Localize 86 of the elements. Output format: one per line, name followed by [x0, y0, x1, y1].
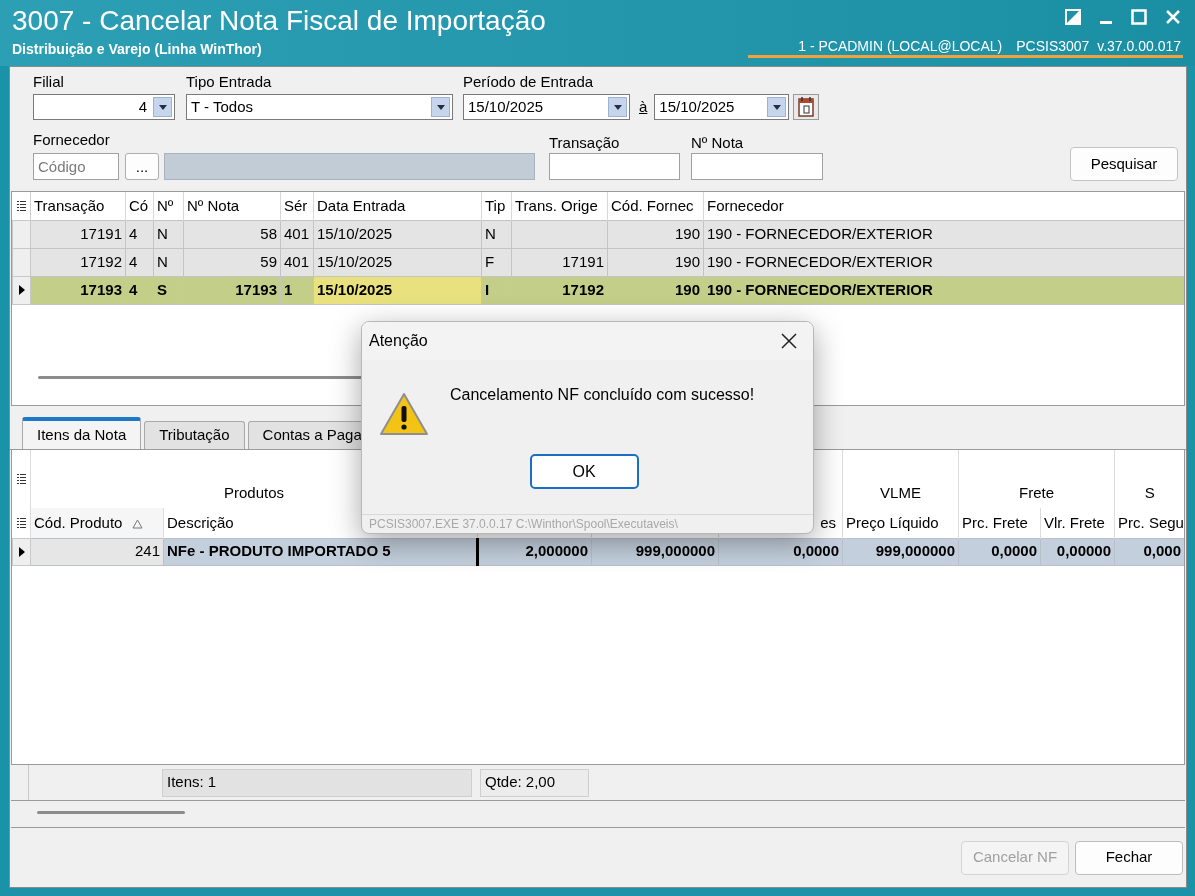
caret-icon	[772, 104, 781, 110]
field-label: Nº Nota	[691, 134, 745, 152]
table-cell: 190	[607, 276, 704, 304]
table-cell: 17191	[30, 220, 126, 248]
dropdown-field[interactable]: 4	[33, 94, 175, 120]
caret-icon	[613, 104, 622, 110]
date-separator: à	[639, 96, 648, 117]
dialog-title: Atenção	[369, 331, 428, 351]
table-cell: 17191	[511, 248, 608, 276]
column-header[interactable]: Preço Líquido	[846, 513, 939, 531]
table-cell: 59	[183, 248, 281, 276]
group-header: Produtos	[224, 483, 285, 501]
table-cell: 0,0000	[718, 538, 843, 565]
column-list-icon[interactable]	[16, 473, 26, 485]
caret-icon	[158, 104, 167, 110]
scrollbar-thumb[interactable]	[38, 376, 362, 379]
table-cell: 15/10/2025	[313, 248, 482, 276]
field-label: Fornecedor	[33, 131, 111, 149]
table-cell: NFe - PRODUTO IMPORTADO 5	[163, 538, 478, 565]
table-cell: 2,000000	[477, 538, 592, 565]
table-cell: 58	[183, 220, 281, 248]
dropdown-field[interactable]: 15/10/2025	[463, 94, 630, 120]
field-label: Transação	[549, 134, 621, 152]
table-cell: 0,0000	[958, 538, 1041, 565]
field-label: Período de Entrada	[463, 73, 595, 91]
row-pointer-icon	[18, 285, 25, 295]
table-cell: 17193	[183, 276, 281, 304]
close-icon[interactable]	[781, 333, 797, 349]
column-header[interactable]: Vlr. Frete	[1044, 513, 1105, 531]
table-cell: 190 - FORNECEDOR/EXTERIOR	[703, 220, 1184, 248]
transaction-field[interactable]	[549, 153, 680, 180]
table-cell: 401	[280, 220, 314, 248]
dialog-message: Cancelamento NF concluído com sucesso!	[450, 385, 755, 405]
warning-icon	[379, 392, 429, 436]
table-cell: 17192	[30, 248, 126, 276]
table-cell: 190 - FORNECEDOR/EXTERIOR	[703, 276, 1184, 304]
calendar-icon[interactable]	[793, 94, 820, 120]
table-cell: 17192	[511, 276, 608, 304]
user-info: 1 - PCADMIN (LOCAL@LOCAL)	[798, 38, 1003, 55]
note-number-field[interactable]	[691, 153, 823, 180]
caret-icon	[436, 104, 445, 110]
table-cell: 190 - FORNECEDOR/EXTERIOR	[703, 248, 1184, 276]
scrollbar-thumb[interactable]	[37, 811, 185, 814]
column-header[interactable]: Descrição	[167, 513, 234, 531]
table-cell: 190	[607, 248, 704, 276]
table-cell: 0,00000	[1040, 538, 1115, 565]
search-button[interactable]: Pesquisar	[1070, 147, 1178, 181]
quantity-total: Qtde: 2,00	[480, 768, 589, 797]
ok-button[interactable]: OK	[529, 454, 639, 489]
sort-ascending-icon[interactable]	[132, 518, 144, 529]
maximize-icon[interactable]	[1131, 9, 1147, 25]
table-cell: 190	[607, 220, 704, 248]
table-cell: 241	[30, 538, 164, 565]
table-cell: N	[481, 220, 512, 248]
table-cell: 999,000000	[842, 538, 959, 565]
tab[interactable]: Tributação	[144, 421, 245, 449]
window-title: 3007 - Cancelar Nota Fiscal de Importação	[12, 4, 546, 38]
group-header: Frete	[1019, 483, 1055, 501]
table-cell: 15/10/2025	[313, 276, 482, 304]
dropdown-field[interactable]: 15/10/2025	[654, 94, 790, 120]
dropdown-field[interactable]: T - Todos	[186, 94, 453, 120]
dialog-status: PCSIS3007.EXE 37.0.0.17 C:\Winthor\Spool\Executaveis\	[362, 514, 813, 533]
column-header[interactable]: es	[820, 513, 837, 531]
table-cell: 4	[125, 220, 154, 248]
column-header[interactable]: Prc. Frete	[962, 513, 1028, 531]
window-subtitle: Distribuição e Varejo (Linha WinThor)	[12, 40, 262, 58]
field-label: Tipo Entrada	[186, 73, 273, 91]
table-cell: 15/10/2025	[313, 220, 482, 248]
group-header: VLME	[880, 483, 921, 501]
table-cell: 999,000000	[591, 538, 719, 565]
column-list-icon[interactable]	[16, 199, 26, 212]
table-cell: N	[153, 220, 184, 248]
column-list-icon[interactable]	[16, 516, 26, 529]
restore-icon[interactable]	[1065, 9, 1081, 25]
action-button[interactable]: Fechar	[1075, 840, 1183, 875]
table-cell: 0,000	[1114, 538, 1184, 565]
tab[interactable]: Itens da Nota	[22, 417, 142, 449]
group-header: S	[1144, 483, 1155, 501]
code-field[interactable]: Código	[33, 153, 119, 180]
table-cell: 17193	[30, 276, 126, 304]
version-info: PCSIS3007 v.37.0.00.017	[1016, 38, 1181, 55]
column-header[interactable]: Prc. Segu	[1118, 513, 1184, 531]
row-pointer-icon	[18, 546, 25, 557]
field-label: Filial	[33, 73, 65, 91]
item-count: Itens: 1	[162, 768, 472, 797]
browse-button[interactable]: ...	[125, 153, 159, 180]
